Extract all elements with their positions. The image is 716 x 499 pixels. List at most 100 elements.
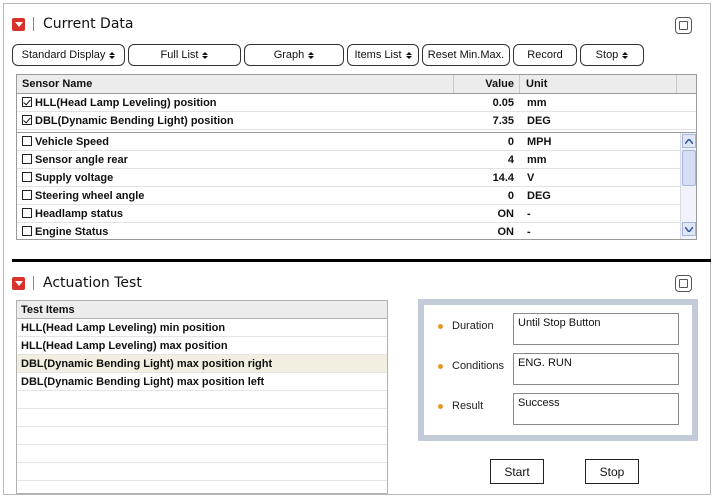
conditions-line: Conditions — [438, 360, 504, 372]
spin-arrows-icon — [308, 51, 315, 59]
toolbar-button-label: Stop — [595, 49, 619, 61]
items-list-dropdown[interactable]: Items List — [347, 44, 419, 66]
test-item-row[interactable]: DBL(Dynamic Bending Light) max position … — [17, 373, 387, 391]
start-button[interactable]: Start — [490, 459, 544, 484]
collapse-actuation-test-button[interactable] — [12, 276, 25, 290]
sensor-name: DBL(Dynamic Bending Light) position — [35, 114, 234, 127]
maximize-icon — [679, 21, 688, 30]
unit-column-header[interactable]: Unit — [519, 75, 677, 93]
result-label: Result — [452, 400, 484, 412]
checkbox[interactable] — [22, 189, 32, 200]
toolbar-button-label: Reset Min.Max. — [427, 49, 505, 61]
sensor-unit: V — [527, 171, 535, 184]
maximize-actuation-test-button[interactable] — [675, 275, 692, 292]
sensor-value: 4 — [507, 153, 514, 166]
graph-dropdown[interactable]: Graph — [244, 44, 344, 66]
sensor-unit: mm — [527, 96, 547, 109]
conditions-label: Conditions — [452, 360, 504, 372]
stop-dropdown[interactable]: Stop — [580, 44, 644, 66]
toolbar-button-label: Graph — [273, 49, 305, 61]
sensor-name: Headlamp status — [35, 207, 124, 220]
sensor-name: Supply voltage — [35, 171, 114, 184]
empty-test-row — [17, 427, 387, 445]
reset-min-max-button[interactable]: Reset Min.Max. — [422, 44, 510, 66]
full-list-dropdown[interactable]: Full List — [128, 44, 241, 66]
spin-arrows-icon — [109, 51, 116, 59]
maximize-icon — [679, 279, 688, 288]
spin-arrows-icon — [622, 51, 629, 59]
scroll-up-button[interactable] — [682, 134, 696, 148]
sensor-list-scroll-area[interactable]: Vehicle Speed 0 MPH Sensor angle rear 4 mm Sup… — [17, 133, 696, 239]
conditions-value: ENG. RUN — [513, 353, 679, 385]
checkbox[interactable] — [22, 171, 32, 182]
toolbar-button-label: Standard Display — [21, 49, 106, 61]
test-items-list: HLL(Head Lamp Leveling) min position HLL(… — [17, 319, 387, 481]
sensor-row[interactable]: Steering wheel angle 0 DEG — [17, 187, 696, 205]
duration-value: Until Stop Button — [513, 313, 679, 345]
checkbox[interactable] — [22, 225, 32, 236]
sensor-name-cell: DBL(Dynamic Bending Light) position — [17, 114, 453, 127]
current-data-title: Current Data — [43, 16, 134, 32]
actuation-test-title: Actuation Test — [43, 275, 142, 291]
bullet-icon — [438, 363, 443, 369]
diagnostic-window: Current Data Standard Display Full List Gr… — [3, 3, 711, 495]
actuation-test-header: Actuation Test — [12, 272, 142, 294]
sensor-row[interactable]: Headlamp status ON - — [17, 205, 696, 223]
sensor-value: ON — [497, 207, 515, 220]
panel-splitter[interactable] — [12, 259, 711, 262]
spin-arrows-icon — [405, 51, 412, 59]
sensor-name: HLL(Head Lamp Leveling) position — [35, 96, 217, 109]
sensor-name-cell: HLL(Head Lamp Leveling) position — [17, 96, 453, 109]
sensor-name: Vehicle Speed — [35, 135, 109, 148]
checkbox-checked[interactable] — [22, 96, 32, 107]
checkbox[interactable] — [22, 207, 32, 218]
checkbox[interactable] — [22, 153, 32, 164]
sensor-rows: Vehicle Speed 0 MPH Sensor angle rear 4 mm Sup… — [17, 133, 696, 239]
sensor-list-scrollbar[interactable] — [680, 133, 696, 239]
sensor-value: 0 — [507, 189, 514, 202]
sensor-name: Steering wheel angle — [35, 189, 145, 202]
sensor-name: Engine Status — [35, 225, 109, 238]
sensor-name-column-header[interactable]: Sensor Name — [17, 78, 453, 90]
sensor-name: Sensor angle rear — [35, 153, 128, 166]
collapse-current-data-button[interactable] — [12, 17, 25, 31]
chevron-down-icon — [14, 280, 23, 286]
sensor-row[interactable]: Supply voltage 14.4 V — [17, 169, 696, 187]
scroll-thumb[interactable] — [682, 150, 696, 186]
empty-test-row — [17, 463, 387, 481]
sensor-row[interactable]: DBL(Dynamic Bending Light) position 7.35 D… — [17, 112, 696, 130]
maximize-current-data-button[interactable] — [675, 17, 692, 34]
value-column-header[interactable]: Value — [453, 75, 519, 93]
test-item-row[interactable]: DBL(Dynamic Bending Light) max position … — [17, 355, 387, 373]
checkbox[interactable] — [22, 135, 32, 146]
standard-display-dropdown[interactable]: Standard Display — [12, 44, 125, 66]
spin-arrows-icon — [202, 51, 209, 59]
current-data-header: Current Data — [12, 13, 133, 35]
sensor-value: ON — [497, 225, 515, 238]
sensor-name-cell: Vehicle Speed — [17, 135, 453, 148]
checkbox-checked[interactable] — [22, 114, 32, 125]
toolbar-button-label: Record — [527, 49, 563, 61]
toolbar-button-label: Full List — [160, 49, 199, 61]
scroll-down-button[interactable] — [682, 222, 696, 236]
test-items-column-header: Test Items — [17, 301, 387, 319]
header-separator — [33, 17, 34, 31]
bullet-icon — [438, 323, 443, 329]
sensor-row[interactable]: Sensor angle rear 4 mm — [17, 151, 696, 169]
test-item-row[interactable]: HLL(Head Lamp Leveling) min position — [17, 319, 387, 337]
sensor-name-cell: Sensor angle rear — [17, 153, 453, 166]
record-button[interactable]: Record — [513, 44, 577, 66]
sensor-row[interactable]: HLL(Head Lamp Leveling) position 0.05 mm — [17, 94, 696, 112]
sensor-unit: - — [527, 225, 531, 238]
toolbar-button-label: Items List — [354, 49, 402, 61]
sensor-row[interactable]: Engine Status ON - — [17, 223, 696, 239]
chevron-down-icon — [14, 21, 23, 27]
test-item-row[interactable]: HLL(Head Lamp Leveling) max position — [17, 337, 387, 355]
sensor-row[interactable]: Vehicle Speed 0 MPH — [17, 133, 696, 151]
empty-test-row — [17, 391, 387, 409]
stop-button[interactable]: Stop — [585, 459, 639, 484]
fixed-sensor-rows: HLL(Head Lamp Leveling) position 0.05 mm DB… — [17, 94, 696, 130]
sensor-unit: - — [527, 207, 531, 220]
sensor-unit: DEG — [527, 114, 551, 127]
sensor-table-header: Sensor Name Value Unit — [17, 75, 696, 94]
